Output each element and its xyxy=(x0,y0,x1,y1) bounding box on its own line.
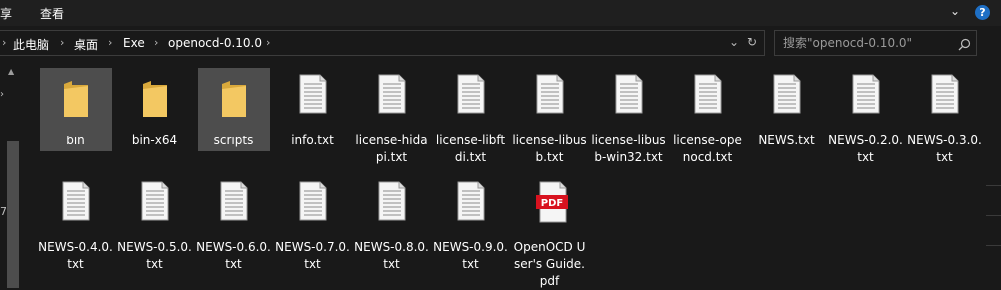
breadcrumb-openocd[interactable]: openocd-0.10.0 xyxy=(168,36,262,50)
breadcrumb-separator[interactable]: › xyxy=(2,36,6,49)
file-item[interactable]: info.txt xyxy=(273,68,352,149)
text-file-icon xyxy=(435,175,507,243)
text-file-icon xyxy=(40,175,112,243)
text-file-icon xyxy=(356,68,428,136)
pdf-badge: PDF xyxy=(540,198,562,209)
text-file-icon xyxy=(514,68,586,136)
file-item[interactable]: NEWS-0.7.0.txt xyxy=(273,175,352,273)
file-item[interactable]: NEWS-0.6.0.txt xyxy=(194,175,273,273)
file-name-label: license-libusb.txt xyxy=(512,133,587,164)
file-item[interactable]: NEWS.txt xyxy=(747,68,826,149)
menu-view[interactable]: 查看 xyxy=(40,5,64,22)
folder-item[interactable]: bin xyxy=(36,68,115,151)
file-name-label: license-libftdi.txt xyxy=(435,133,506,164)
file-name-label: NEWS-0.9.0.txt xyxy=(433,240,508,271)
file-item[interactable]: license-libftdi.txt xyxy=(431,68,510,166)
text-file-icon xyxy=(672,68,744,136)
breadcrumb-separator[interactable]: › xyxy=(60,36,64,49)
breadcrumb-desktop[interactable]: 桌面 xyxy=(74,36,98,53)
file-name-label: NEWS-0.6.0.txt xyxy=(196,240,271,271)
file-name-label: NEWS-0.7.0.txt xyxy=(275,240,350,271)
file-name-label: license-hidapi.txt xyxy=(355,133,428,164)
refresh-icon[interactable]: ↻ xyxy=(747,35,757,49)
text-file-icon xyxy=(198,175,270,243)
search-icon[interactable] xyxy=(958,36,971,55)
file-item[interactable]: NEWS-0.8.0.txt xyxy=(352,175,431,273)
breadcrumb-separator[interactable]: › xyxy=(266,36,270,49)
search-box[interactable] xyxy=(774,30,977,56)
folder-item[interactable]: scripts xyxy=(194,68,273,151)
address-bar[interactable]: › 此电脑 › 桌面 › Exe › openocd-0.10.0 › ⌄ ↻ xyxy=(0,30,765,56)
file-item[interactable]: NEWS-0.4.0.txt xyxy=(36,175,115,273)
help-icon[interactable]: ? xyxy=(975,5,990,20)
breadcrumb-exe[interactable]: Exe xyxy=(123,36,145,50)
search-input[interactable] xyxy=(783,35,953,51)
text-file-icon xyxy=(277,175,349,243)
text-file-icon xyxy=(909,68,981,136)
navigation-pane: ▲ › 7 xyxy=(0,59,20,288)
file-item[interactable]: NEWS-0.9.0.txt xyxy=(431,175,510,273)
menu-share[interactable]: 享 xyxy=(0,5,12,22)
scroll-up-icon[interactable]: ▲ xyxy=(8,67,14,76)
nav-item-label[interactable]: 7 xyxy=(0,205,6,218)
address-dropdown-icon[interactable]: ⌄ xyxy=(729,35,739,49)
pdf-file-icon: PDF xyxy=(514,175,586,243)
file-name-label: OpenOCD User's Guide.pdf xyxy=(513,240,586,288)
file-item[interactable]: license-libusb-win32.txt xyxy=(589,68,668,166)
pane-divider xyxy=(986,185,1001,186)
file-item[interactable]: license-hidapi.txt xyxy=(352,68,431,166)
file-name-label: license-libusb-win32.txt xyxy=(591,133,666,164)
nav-caret-icon[interactable]: › xyxy=(0,89,4,100)
breadcrumb-separator[interactable]: › xyxy=(108,36,112,49)
ribbon: 享 查看 ⌄ ? xyxy=(0,0,1001,26)
text-file-icon xyxy=(593,68,665,136)
file-item[interactable]: license-openocd.txt xyxy=(668,68,747,166)
pane-divider xyxy=(986,245,1001,246)
file-item[interactable]: license-libusb.txt xyxy=(510,68,589,166)
file-item[interactable]: NEWS-0.5.0.txt xyxy=(115,175,194,273)
nav-scrollbar-thumb[interactable] xyxy=(7,141,19,288)
file-name-label: NEWS-0.8.0.txt xyxy=(354,240,429,271)
folder-icon xyxy=(197,68,270,136)
address-row: › 此电脑 › 桌面 › Exe › openocd-0.10.0 › ⌄ ↻ xyxy=(0,29,1001,59)
folder-item[interactable]: bin-x64 xyxy=(115,68,194,149)
folder-icon xyxy=(39,68,112,136)
ribbon-expand-icon[interactable]: ⌄ xyxy=(950,4,960,18)
text-file-icon xyxy=(119,175,191,243)
folder-icon xyxy=(119,68,191,136)
file-name-label: NEWS-0.5.0.txt xyxy=(117,240,192,271)
file-name-label: NEWS-0.2.0.txt xyxy=(828,133,903,164)
file-name-label: NEWS-0.3.0.txt xyxy=(907,133,982,164)
file-item[interactable]: NEWS-0.2.0.txt xyxy=(826,68,905,166)
breadcrumb-separator[interactable]: › xyxy=(154,36,158,49)
details-pane-edge xyxy=(986,59,1001,288)
text-file-icon xyxy=(751,68,823,136)
breadcrumb-this-pc[interactable]: 此电脑 xyxy=(13,36,49,53)
file-name-label: NEWS-0.4.0.txt xyxy=(38,240,113,271)
text-file-icon xyxy=(830,68,902,136)
text-file-icon xyxy=(435,68,507,136)
file-name-label: license-openocd.txt xyxy=(673,133,742,164)
file-item[interactable]: NEWS-0.3.0.txt xyxy=(905,68,984,166)
text-file-icon xyxy=(277,68,349,136)
file-item[interactable]: PDF OpenOCD User's Guide.pdf xyxy=(510,175,589,290)
text-file-icon xyxy=(356,175,428,243)
pane-divider xyxy=(986,215,1001,216)
